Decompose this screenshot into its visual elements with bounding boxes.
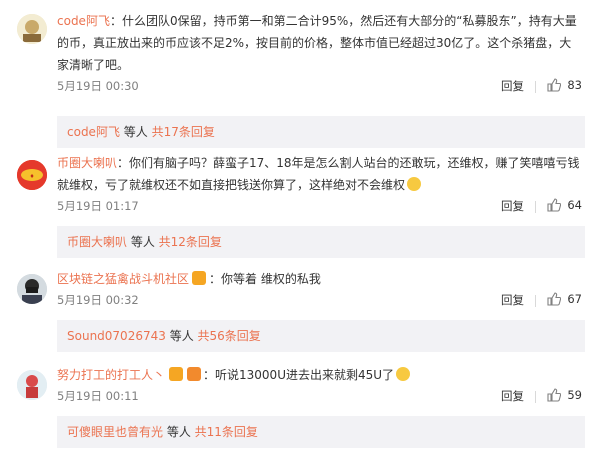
reply-thread: Sound07026743 等人 共56条回复	[57, 320, 585, 352]
comment-username[interactable]: code阿飞	[57, 14, 110, 28]
vip-badge-icon	[192, 271, 207, 285]
thread-username[interactable]: 可傻眼里也曾有光	[67, 425, 163, 439]
avatar[interactable]	[17, 370, 47, 400]
comment-username[interactable]: 区块链之猛禽战斗机社区	[57, 272, 189, 286]
reply-button[interactable]: 回复	[501, 388, 524, 404]
thread-username[interactable]: code阿飞	[67, 125, 120, 139]
avatar[interactable]	[17, 274, 47, 304]
thumbs-up-icon	[547, 388, 562, 402]
comment-username[interactable]: 努力打工的打工人丶	[57, 368, 165, 382]
comment-text: ：听说13000U进去出来就剩45U了	[203, 368, 395, 382]
like-button[interactable]: 64	[547, 198, 582, 212]
thread-text: 等人	[127, 235, 159, 249]
divider	[535, 391, 536, 403]
comment-time: 5月19日 00:30	[57, 79, 139, 93]
reply-thread: 币圈大喇叭 等人 共12条回复	[57, 226, 585, 258]
reply-button[interactable]: 回复	[501, 292, 524, 308]
like-button[interactable]: 59	[547, 388, 582, 402]
reply-thread: code阿飞 等人 共17条回复	[57, 116, 585, 148]
comment-list: code阿飞：什么团队0保留，持币第一和第二合计95%，然后还有大部分的“私募股…	[0, 0, 596, 459]
like-count: 83	[567, 78, 582, 92]
divider	[535, 81, 536, 93]
thumbs-up-icon	[547, 78, 562, 92]
thread-username[interactable]: 币圈大喇叭	[67, 235, 127, 249]
comment-text: ：你们有脑子吗？薛蛮子17、18年是怎么割人站台的还敢玩，还维权，赚了笑嘻嘻亏钱…	[57, 156, 580, 192]
thread-text: 等人	[165, 329, 198, 343]
reply-thread: 可傻眼里也曾有光 等人 共11条回复	[57, 416, 585, 448]
laughing-emoji-icon	[407, 177, 422, 191]
like-count: 59	[567, 388, 582, 402]
like-button[interactable]: 83	[547, 78, 582, 92]
avatar[interactable]: ♦	[17, 160, 47, 190]
reply-button[interactable]: 回复	[501, 198, 524, 214]
vip-badge-icon	[187, 367, 202, 381]
view-replies-link[interactable]: 共56条回复	[198, 329, 261, 343]
thread-text: 等人	[163, 425, 195, 439]
view-replies-link[interactable]: 共12条回复	[159, 235, 222, 249]
like-count: 67	[567, 292, 582, 306]
thumbs-up-icon	[547, 198, 562, 212]
like-button[interactable]: 67	[547, 292, 582, 306]
comment-username[interactable]: 币圈大喇叭	[57, 156, 117, 170]
svg-text:♦: ♦	[30, 173, 34, 180]
like-count: 64	[567, 198, 582, 212]
verified-v-icon	[169, 367, 184, 381]
thread-text: 等人	[119, 125, 152, 139]
doge-emoji-icon	[396, 367, 411, 381]
view-replies-link[interactable]: 共11条回复	[195, 425, 258, 439]
reply-button[interactable]: 回复	[501, 78, 524, 94]
comment-text: ：你等着 维权的私我	[209, 272, 321, 286]
comment-text: ：什么团队0保留，持币第一和第二合计95%，然后还有大部分的“私募股东”，持有大…	[57, 14, 577, 72]
thumbs-up-icon	[547, 292, 562, 306]
divider	[535, 295, 536, 307]
avatar[interactable]	[17, 14, 47, 44]
thread-username[interactable]: Sound07026743	[67, 329, 166, 343]
comment-time: 5月19日 00:32	[57, 293, 139, 307]
comment-time: 5月19日 00:11	[57, 389, 139, 403]
view-replies-link[interactable]: 共17条回复	[152, 125, 215, 139]
divider	[535, 201, 536, 213]
comment-time: 5月19日 01:17	[57, 199, 139, 213]
